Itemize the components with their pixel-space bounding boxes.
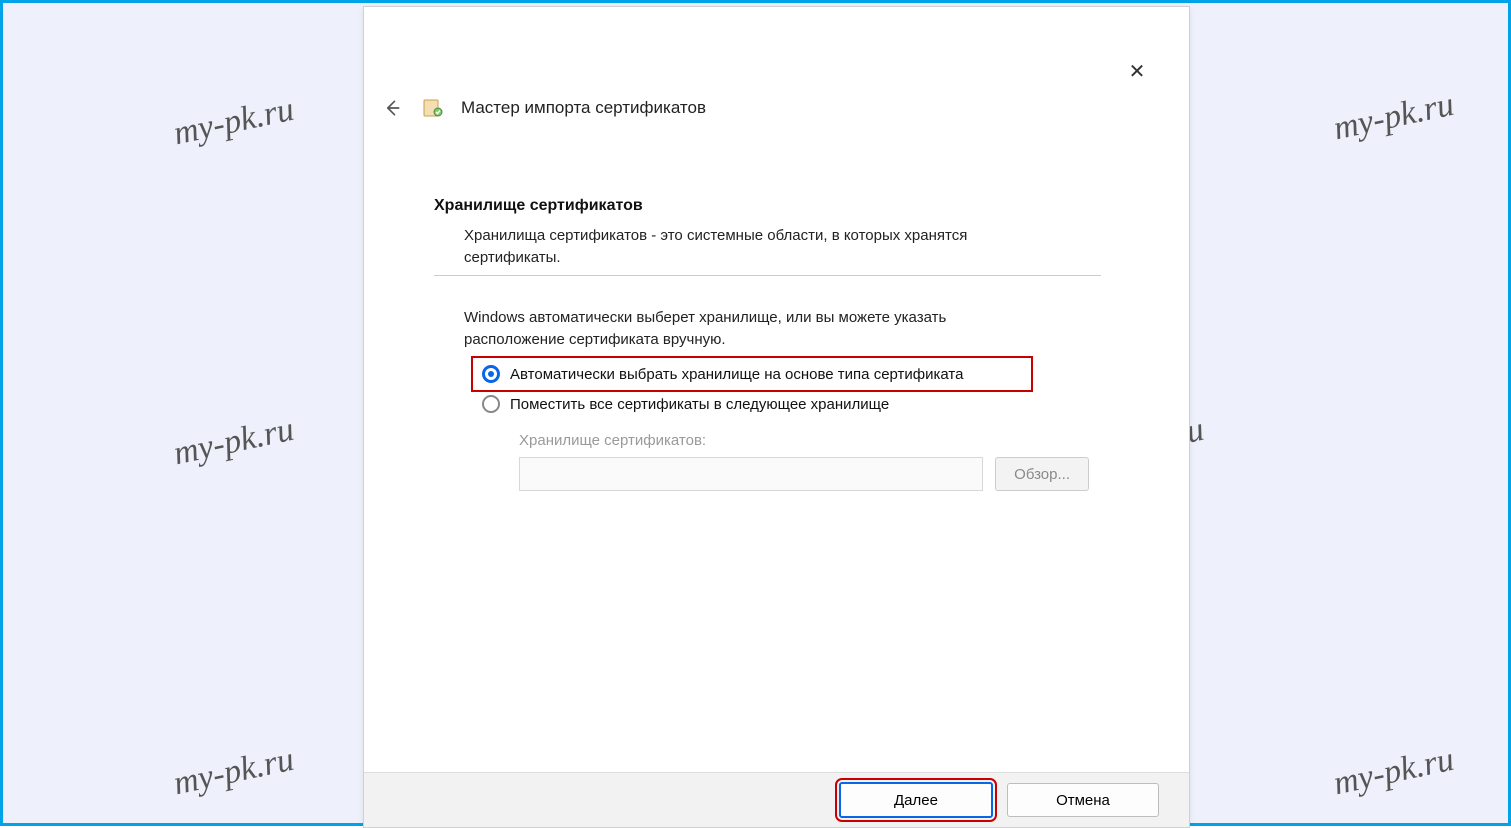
store-row: Обзор... (519, 457, 1089, 491)
close-button[interactable]: ✕ (1123, 57, 1151, 85)
arrow-left-icon (382, 98, 402, 118)
wizard-footer: Далее Отмена (364, 772, 1189, 827)
radio-icon (482, 395, 500, 413)
watermark: my-pk.ru (170, 741, 297, 803)
option-auto-select-store[interactable]: Автоматически выбрать хранилище на основ… (474, 359, 1030, 389)
watermark: my-pk.ru (170, 411, 297, 473)
store-hint: Windows автоматически выберет хранилище,… (464, 307, 1024, 351)
back-button[interactable] (379, 95, 405, 121)
option-label: Поместить все сертификаты в следующее хр… (510, 396, 889, 413)
section-description: Хранилища сертификатов - это системные о… (464, 225, 1024, 269)
option-label: Автоматически выбрать хранилище на основ… (510, 366, 963, 383)
cancel-button[interactable]: Отмена (1007, 783, 1159, 817)
wizard-title: Мастер импорта сертификатов (461, 98, 706, 118)
wizard-header: Мастер импорта сертификатов (379, 95, 706, 121)
certificate-store-input (519, 457, 983, 491)
close-icon: ✕ (1129, 59, 1146, 84)
certificate-import-wizard: ✕ Мастер импорта сертификатов Хранилище … (363, 6, 1190, 828)
certificate-icon (421, 96, 445, 120)
browse-button: Обзор... (995, 457, 1089, 491)
watermark: my-pk.ru (1330, 86, 1457, 148)
divider (434, 275, 1101, 276)
radio-icon (482, 365, 500, 383)
app-frame: my-pk.ru my-pk.ru my-pk.ru my-pk.ru my-p… (0, 0, 1511, 826)
store-field-label: Хранилище сертификатов: (519, 432, 706, 449)
section-title: Хранилище сертификатов (434, 197, 643, 215)
next-button[interactable]: Далее (839, 782, 993, 818)
option-manual-store[interactable]: Поместить все сертификаты в следующее хр… (474, 389, 1099, 419)
store-options: Автоматически выбрать хранилище на основ… (474, 359, 1099, 419)
watermark: my-pk.ru (1330, 741, 1457, 803)
watermark: my-pk.ru (170, 91, 297, 153)
